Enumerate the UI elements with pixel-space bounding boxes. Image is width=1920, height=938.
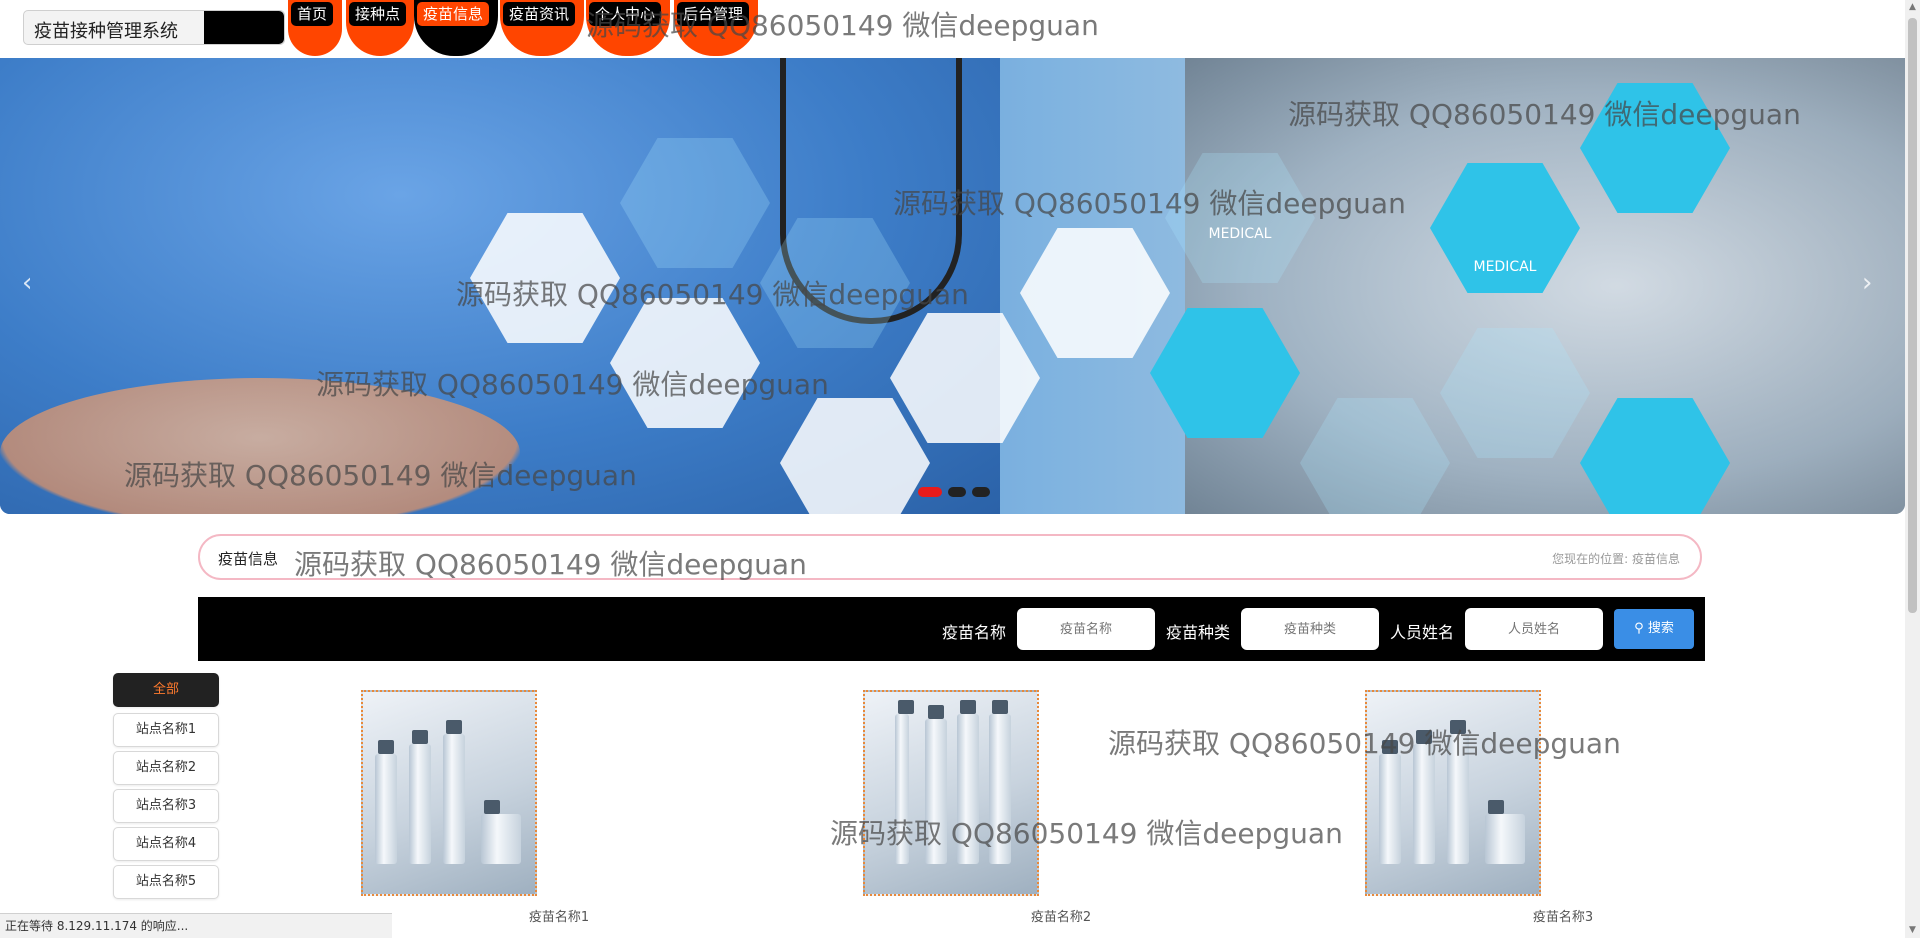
sidebar-item-site-1[interactable]: 站点名称1 <box>113 713 219 747</box>
nav-vaccine-info[interactable]: 疫苗信息 <box>414 0 498 56</box>
carousel-dot-2[interactable] <box>948 487 966 497</box>
carousel-dot-1[interactable] <box>918 487 942 497</box>
nav-vaccination-sites[interactable]: 接种点 <box>346 0 414 56</box>
scrollbar-thumb[interactable] <box>1908 18 1917 613</box>
molecule-hex-icon <box>1020 228 1170 358</box>
sidebar-item-site-5[interactable]: 站点名称5 <box>113 865 219 899</box>
watermark-text: 源码获取 QQ86050149 微信deepguan <box>1288 98 1801 131</box>
vaccine-card-image[interactable] <box>361 690 537 896</box>
vaccine-card-image[interactable] <box>1365 690 1541 896</box>
site-brand[interactable]: 疫苗接种管理系统 <box>23 10 285 45</box>
vaccine-card-name[interactable]: 疫苗名称3 <box>1475 906 1651 925</box>
page-scrollbar[interactable]: ▲ ▼ <box>1905 0 1920 938</box>
watermark-text: 源码获取 QQ86050149 微信deepguan <box>893 187 1406 220</box>
sidebar-item-site-3[interactable]: 站点名称3 <box>113 789 219 823</box>
search-button[interactable]: ⚲ 搜索 <box>1614 609 1694 649</box>
vaccine-card-image[interactable] <box>863 690 1039 896</box>
chevron-left-icon[interactable]: ‹ <box>22 268 32 298</box>
search-icon: ⚲ <box>1634 621 1644 636</box>
sidebar-item-site-2[interactable]: 站点名称2 <box>113 751 219 785</box>
breadcrumb: 您现在的位置: 疫苗信息 <box>1552 550 1680 567</box>
nav-label: 疫苗资讯 <box>503 2 576 26</box>
vaccine-name-label: 疫苗名称 <box>942 623 1007 642</box>
nav-label: 首页 <box>291 2 334 26</box>
vaccine-name-input[interactable] <box>1017 608 1155 650</box>
vaccine-type-input[interactable] <box>1241 608 1379 650</box>
brand-dark-block <box>204 11 284 44</box>
watermark-text: 源码获取 QQ86050149 微信deepguan <box>830 817 1343 850</box>
watermark-text: 源码获取 QQ86050149 微信deepguan <box>124 459 637 492</box>
breadcrumb-prefix: 您现在的位置: <box>1552 552 1629 566</box>
nav-label: 疫苗信息 <box>417 2 490 26</box>
site-title: 疫苗接种管理系统 <box>34 21 178 42</box>
watermark-text: 源码获取 QQ86050149 微信deepguan <box>586 9 1099 42</box>
person-name-label: 人员姓名 <box>1390 623 1455 642</box>
watermark-text: 源码获取 QQ86050149 微信deepguan <box>1108 727 1621 760</box>
nav-label: 接种点 <box>349 2 407 26</box>
vaccine-card-name[interactable]: 疫苗名称1 <box>471 906 647 925</box>
watermark-text: 源码获取 QQ86050149 微信deepguan <box>456 278 969 311</box>
watermark-text: 源码获取 QQ86050149 微信deepguan <box>294 548 807 581</box>
scroll-down-icon[interactable]: ▼ <box>1905 923 1920 938</box>
browser-status-bar: 正在等待 8.129.11.174 的响应... <box>0 913 392 938</box>
sidebar-item-site-4[interactable]: 站点名称4 <box>113 827 219 861</box>
vaccine-card-name[interactable]: 疫苗名称2 <box>973 906 1149 925</box>
search-button-label: 搜索 <box>1647 621 1674 636</box>
scroll-up-icon[interactable]: ▲ <box>1905 0 1920 15</box>
chevron-right-icon[interactable]: › <box>1862 268 1872 298</box>
watermark-text: 源码获取 QQ86050149 微信deepguan <box>316 368 829 401</box>
vaccine-type-label: 疫苗种类 <box>1166 623 1231 642</box>
carousel-dot-3[interactable] <box>972 487 990 497</box>
nav-vaccine-news[interactable]: 疫苗资讯 <box>500 0 584 56</box>
breadcrumb-current[interactable]: 疫苗信息 <box>1632 552 1680 566</box>
nav-home[interactable]: 首页 <box>288 0 342 56</box>
section-title: 疫苗信息 <box>218 550 279 568</box>
person-name-input[interactable] <box>1465 608 1603 650</box>
search-bar: 疫苗名称 疫苗种类 人员姓名 ⚲ 搜索 <box>198 597 1705 661</box>
carousel-indicators <box>918 482 996 501</box>
sidebar-item-all[interactable]: 全部 <box>113 673 219 707</box>
